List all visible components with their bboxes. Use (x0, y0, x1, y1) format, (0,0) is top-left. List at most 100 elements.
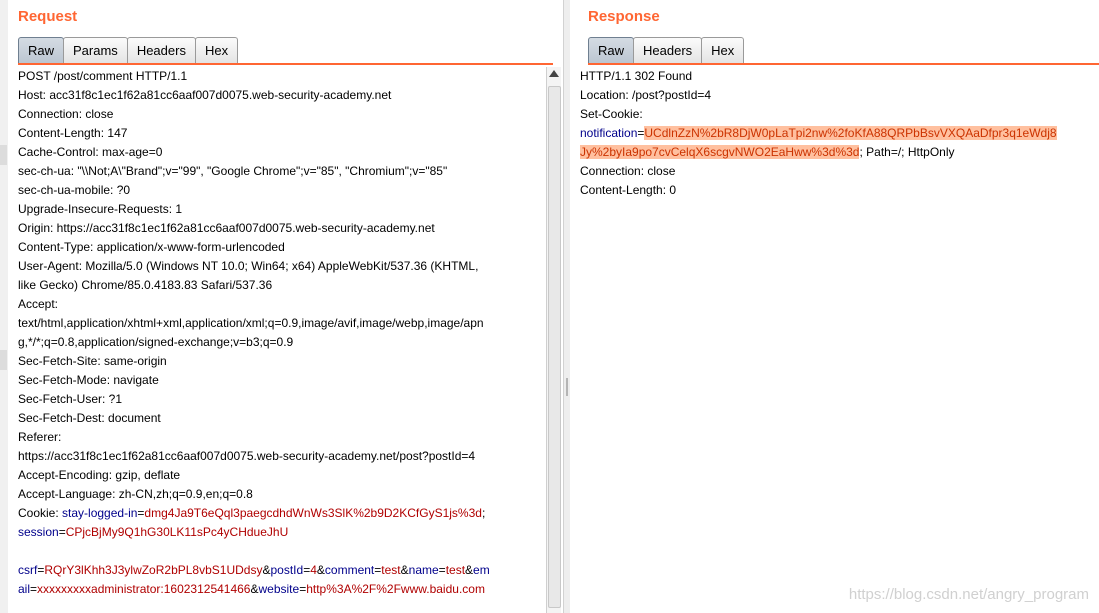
request-tab-params[interactable]: Params (63, 37, 128, 63)
param-name: session (18, 525, 59, 539)
text-line: Accept-Language: zh-CN,zh;q=0.9,en;q=0.8 (18, 485, 490, 504)
param-name: stay-logged-in (62, 506, 138, 520)
text-segment: Origin: https://acc31f8c1ec1f62a81cc6aaf… (18, 221, 435, 235)
request-scrollbar[interactable] (546, 67, 561, 613)
text-segment: & (250, 582, 259, 596)
request-raw-text[interactable]: POST /post/comment HTTP/1.1 Host: acc31f8… (18, 67, 490, 599)
text-line: Connection: close (580, 162, 1057, 181)
text-line: Content-Length: 0 (580, 181, 1057, 200)
text-segment: Connection: close (18, 107, 114, 121)
text-segment: Sec-Fetch-Mode: navigate (18, 373, 159, 387)
text-segment: HTTP/1.1 302 Found (580, 69, 693, 83)
text-line: Content-Length: 147 (18, 124, 490, 143)
text-line: Cache-Control: max-age=0 (18, 143, 490, 162)
text-segment: = (30, 582, 38, 596)
text-line: sec-ch-ua-mobile: ?0 (18, 181, 490, 200)
text-segment: text/html,application/xhtml+xml,applicat… (18, 316, 484, 330)
text-line: Sec-Fetch-Mode: navigate (18, 371, 490, 390)
response-pane: Response Raw Headers Hex HTTP/1.1 302 Fo… (570, 0, 1099, 613)
text-segment: Location: /post?postId=4 (580, 88, 712, 102)
request-tab-underline (18, 63, 553, 65)
param-name: postId (270, 563, 304, 577)
text-line: csrf=RQrY3lKhh3J3ylwZoR2bPL8vbS1UDdsy&po… (18, 561, 490, 580)
text-line: like Gecko) Chrome/85.0.4183.83 Safari/5… (18, 276, 490, 295)
response-tab-raw[interactable]: Raw (588, 37, 635, 63)
scroll-up-arrow-icon[interactable] (549, 70, 559, 77)
text-line: Referer: (18, 428, 490, 447)
response-tab-headers[interactable]: Headers (633, 37, 703, 63)
text-line: HTTP/1.1 302 Found (580, 67, 1057, 86)
text-line: Cookie: stay-logged-in=dmg4Ja9T6eQql3pae… (18, 504, 490, 523)
text-segment: Set-Cookie: (580, 107, 643, 121)
edge-fragment (0, 350, 7, 370)
text-line: Content-Type: application/x-www-form-url… (18, 238, 490, 257)
text-line: Set-Cookie: (580, 105, 1057, 124)
text-segment: like Gecko) Chrome/85.0.4183.83 Safari/5… (18, 278, 273, 292)
response-tab-hex[interactable]: Hex (701, 37, 745, 63)
watermark: https://blog.csdn.net/angry_program (848, 586, 1089, 603)
text-segment: Sec-Fetch-User: ?1 (18, 392, 123, 406)
text-segment: & (400, 563, 409, 577)
text-line: Host: acc31f8c1ec1f62a81cc6aaf007d0075.w… (18, 86, 490, 105)
text-segment: = (438, 563, 446, 577)
scroll-thumb[interactable] (548, 86, 561, 608)
request-tabs: Raw Params Headers Hex (18, 37, 239, 64)
request-title: Request (18, 8, 78, 25)
text-line: POST /post/comment HTTP/1.1 (18, 67, 490, 86)
param-name: notification (580, 126, 638, 140)
text-line: Accept: (18, 295, 490, 314)
text-line: notification=UCdlnZzN%2bR8DjW0pLaTpi2nw%… (580, 124, 1057, 143)
param-value: http%3A%2F%2Fwww.baidu.com (306, 582, 485, 596)
param-name: em (473, 563, 490, 577)
text-segment: & (465, 563, 474, 577)
text-segment: POST /post/comment HTTP/1.1 (18, 69, 188, 83)
text-line: Sec-Fetch-Site: same-origin (18, 352, 490, 371)
text-line: sec-ch-ua: "\\Not;A\"Brand";v="99", "Goo… (18, 162, 490, 181)
text-line: Jy%2byIa9po7cvCelqX6scgvNWO2EaHww%3d%3d;… (580, 143, 1057, 162)
text-line: Accept-Encoding: gzip, deflate (18, 466, 490, 485)
param-value: xxxxxxxxxadministrator:1602312541466 (37, 582, 251, 596)
text-segment: g,*/*;q=0.8,application/signed-exchange;… (18, 335, 294, 349)
splitter-grip-icon[interactable] (566, 378, 568, 396)
text-segment: User-Agent: Mozilla/5.0 (Windows NT 10.0… (18, 259, 479, 273)
request-pane: Request Raw Params Headers Hex POST /pos… (8, 0, 563, 613)
text-segment: https://acc31f8c1ec1f62a81cc6aaf007d0075… (18, 449, 476, 463)
request-tab-hex[interactable]: Hex (194, 37, 239, 63)
text-segment: Content-Length: 0 (580, 183, 677, 197)
text-segment: sec-ch-ua-mobile: ?0 (18, 183, 131, 197)
text-segment: Cookie: (18, 506, 63, 520)
response-tabs: Raw Headers Hex (588, 37, 745, 64)
text-segment: = (58, 525, 66, 539)
param-value: test (445, 563, 466, 577)
text-segment: & (316, 563, 325, 577)
text-line: g,*/*;q=0.8,application/signed-exchange;… (18, 333, 490, 352)
response-title: Response (588, 8, 660, 25)
text-line: User-Agent: Mozilla/5.0 (Windows NT 10.0… (18, 257, 490, 276)
text-line: Connection: close (18, 105, 490, 124)
text-line: https://acc31f8c1ec1f62a81cc6aaf007d0075… (18, 447, 490, 466)
text-segment: Accept: (18, 297, 59, 311)
text-segment: Content-Length: 147 (18, 126, 128, 140)
param-name: ail (18, 582, 31, 596)
param-value: RQrY3lKhh3J3ylwZoR2bPL8vbS1UDdsy (44, 563, 263, 577)
text-segment: Accept-Encoding: gzip, deflate (18, 468, 181, 482)
text-segment: Upgrade-Insecure-Requests: 1 (18, 202, 183, 216)
request-tab-headers[interactable]: Headers (126, 37, 196, 63)
text-segment: Host: acc31f8c1ec1f62a81cc6aaf007d0075.w… (18, 88, 392, 102)
text-segment: Sec-Fetch-Site: same-origin (18, 354, 167, 368)
param-name: name (408, 563, 439, 577)
text-line: Sec-Fetch-User: ?1 (18, 390, 490, 409)
param-name: comment (324, 563, 375, 577)
param-value: dmg4Ja9T6eQql3paegcdhdWnWs3SlK%2b9D2KCfG… (144, 506, 482, 520)
text-segment: ; (481, 506, 486, 520)
text-line (18, 542, 490, 561)
text-line: text/html,application/xhtml+xml,applicat… (18, 314, 490, 333)
text-segment: ; Path=/; HttpOnly (859, 145, 955, 159)
response-raw-text[interactable]: HTTP/1.1 302 Found Location: /post?postId… (580, 67, 1057, 200)
request-tab-raw[interactable]: Raw (18, 37, 65, 63)
param-value: CPjcBjMy9Q1hG30LK11sPc4yCHdueJhU (65, 525, 289, 539)
param-name: csrf (18, 563, 38, 577)
text-line: Sec-Fetch-Dest: document (18, 409, 490, 428)
text-line: session=CPjcBjMy9Q1hG30LK11sPc4yCHdueJhU (18, 523, 490, 542)
param-value: test (381, 563, 401, 577)
